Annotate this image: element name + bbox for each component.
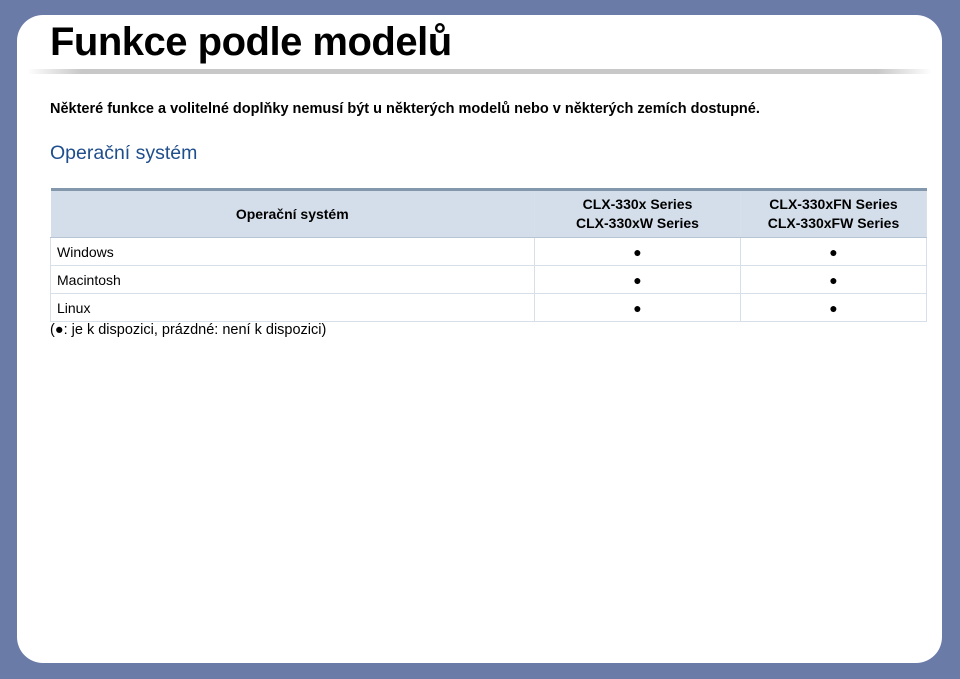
table-row: Windows ● ● — [50, 237, 927, 266]
header-model-a: CLX-330x Series CLX-330xW Series — [534, 188, 741, 238]
availability-dot: ● — [534, 265, 741, 294]
row-os-label: Macintosh — [50, 265, 535, 294]
page-title: Funkce podle modelů — [50, 20, 452, 64]
header-model-b: CLX-330xFN Series CLX-330xFW Series — [740, 188, 927, 238]
row-os-label: Linux — [50, 293, 535, 322]
feature-table: Operační systém CLX-330x Series CLX-330x… — [50, 188, 927, 322]
table-row: Macintosh ● ● — [50, 265, 927, 294]
table-header-row: Operační systém CLX-330x Series CLX-330x… — [50, 188, 927, 238]
header-os: Operační systém — [50, 188, 535, 238]
section-heading: Operační systém — [50, 142, 198, 164]
title-divider — [27, 69, 932, 74]
availability-dot: ● — [534, 237, 741, 266]
availability-dot: ● — [740, 293, 927, 322]
header-model-a-line2: CLX-330xW Series — [576, 215, 699, 231]
document-page: Funkce podle modelů Některé funkce a vol… — [17, 15, 942, 663]
header-model-b-line2: CLX-330xFW Series — [767, 215, 900, 231]
availability-dot: ● — [534, 293, 741, 322]
table-row: Linux ● ● — [50, 293, 927, 322]
availability-dot: ● — [740, 237, 927, 266]
row-os-label: Windows — [50, 237, 535, 266]
availability-note: Některé funkce a volitelné doplňky nemus… — [50, 101, 760, 117]
header-model-a-line1: CLX-330x Series — [582, 196, 693, 212]
header-model-b-line1: CLX-330xFN Series — [769, 196, 898, 212]
availability-dot: ● — [740, 265, 927, 294]
legend-note: (●: je k dispozici, prázdné: není k disp… — [50, 322, 327, 338]
